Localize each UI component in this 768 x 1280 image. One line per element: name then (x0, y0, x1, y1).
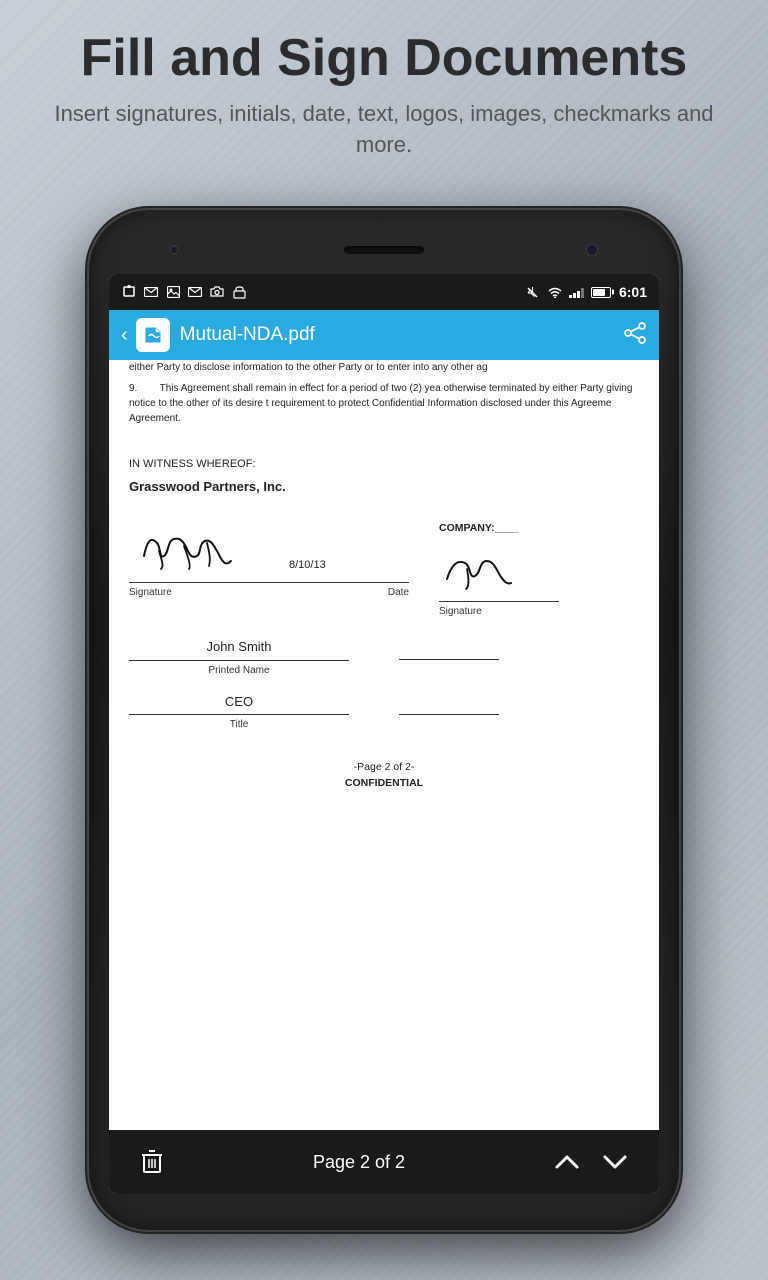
document-title: Mutual-NDA.pdf (180, 324, 623, 346)
back-button[interactable]: ‹ (121, 324, 128, 347)
sig-labels: Signature Date (129, 583, 409, 600)
company-name: Grasswood Partners, Inc. (129, 477, 639, 497)
battery-icon (591, 287, 611, 298)
phone-body: 6:01 ‹ Mutual-NDA.pdf (89, 210, 679, 1230)
app-header: Fill and Sign Documents Insert signature… (0, 0, 768, 181)
confidential-text: CONFIDENTIAL (129, 776, 639, 792)
prev-page-button[interactable] (553, 1151, 581, 1173)
gmail2-icon (187, 284, 203, 300)
delete-button[interactable] (139, 1148, 165, 1176)
signature-image (129, 521, 279, 582)
notification-icon (121, 284, 137, 300)
company-sig-label: Signature (439, 602, 559, 619)
title-label: Title (230, 715, 249, 732)
image-icon (165, 284, 181, 300)
status-right: 6:01 (525, 284, 647, 300)
title-section: CEO Title (129, 692, 639, 733)
doc-footer: -Page 2 of 2- CONFIDENTIAL (129, 760, 639, 792)
witness-label: IN WITNESS WHEREOF: (129, 456, 639, 473)
bottom-toolbar: Page 2 of 2 (109, 1130, 659, 1194)
doc-para-1: either Party to disclose information to … (129, 360, 639, 375)
signature-row: 8/10/13 Signature Date COMPANY:____ (129, 521, 639, 619)
witness-section: IN WITNESS WHEREOF: Grasswood Partners, … (129, 456, 639, 496)
sig-with-date: 8/10/13 (129, 521, 409, 582)
left-sig-block: 8/10/13 Signature Date (129, 521, 409, 600)
doc-para-2: 9. This Agreement shall remain in effect… (129, 381, 639, 426)
status-time: 6:01 (619, 284, 647, 300)
main-title: Fill and Sign Documents (40, 30, 728, 87)
wifi-icon (547, 284, 563, 300)
company-title-block (399, 714, 499, 733)
front-camera (585, 243, 599, 257)
company-label: COMPANY:____ (439, 521, 559, 537)
page-footer-text: -Page 2 of 2- (129, 760, 639, 776)
printed-name-section: John Smith Printed Name (129, 637, 639, 678)
subtitle: Insert signatures, initials, date, text,… (40, 99, 728, 161)
status-icons-left (121, 284, 247, 300)
mute-icon (525, 284, 541, 300)
company-name-block (399, 659, 499, 678)
phone-screen: 6:01 ‹ Mutual-NDA.pdf (109, 274, 659, 1194)
store-icon (231, 284, 247, 300)
camera-icon (209, 284, 225, 300)
app-toolbar: ‹ Mutual-NDA.pdf (109, 310, 659, 360)
company-sig-block: COMPANY:____ Signature (439, 521, 559, 619)
nav-arrows (553, 1151, 629, 1173)
name-block: John Smith Printed Name (129, 637, 349, 678)
speaker (344, 246, 424, 254)
gmail-icon (143, 284, 159, 300)
company-title-underline (399, 714, 499, 715)
company-name-underline (399, 659, 499, 660)
phone-device: 6:01 ‹ Mutual-NDA.pdf (89, 210, 679, 1230)
printed-name-label: Printed Name (208, 661, 269, 678)
status-bar: 6:01 (109, 274, 659, 310)
date-label: Date (388, 585, 409, 600)
page-indicator: Page 2 of 2 (313, 1152, 405, 1173)
signature-label: Signature (129, 585, 388, 600)
sign-date: 8/10/13 (289, 557, 326, 574)
signal-icon (569, 286, 585, 298)
phone-top (109, 230, 659, 270)
app-logo (136, 318, 170, 352)
signer-name: John Smith (206, 637, 271, 657)
company-signature-image (439, 541, 559, 602)
title-block: CEO Title (129, 692, 349, 733)
front-camera-left (169, 245, 179, 255)
signer-title: CEO (225, 692, 253, 712)
document-content: either Party to disclose information to … (109, 360, 659, 1130)
next-page-button[interactable] (601, 1151, 629, 1173)
share-button[interactable] (623, 322, 647, 349)
